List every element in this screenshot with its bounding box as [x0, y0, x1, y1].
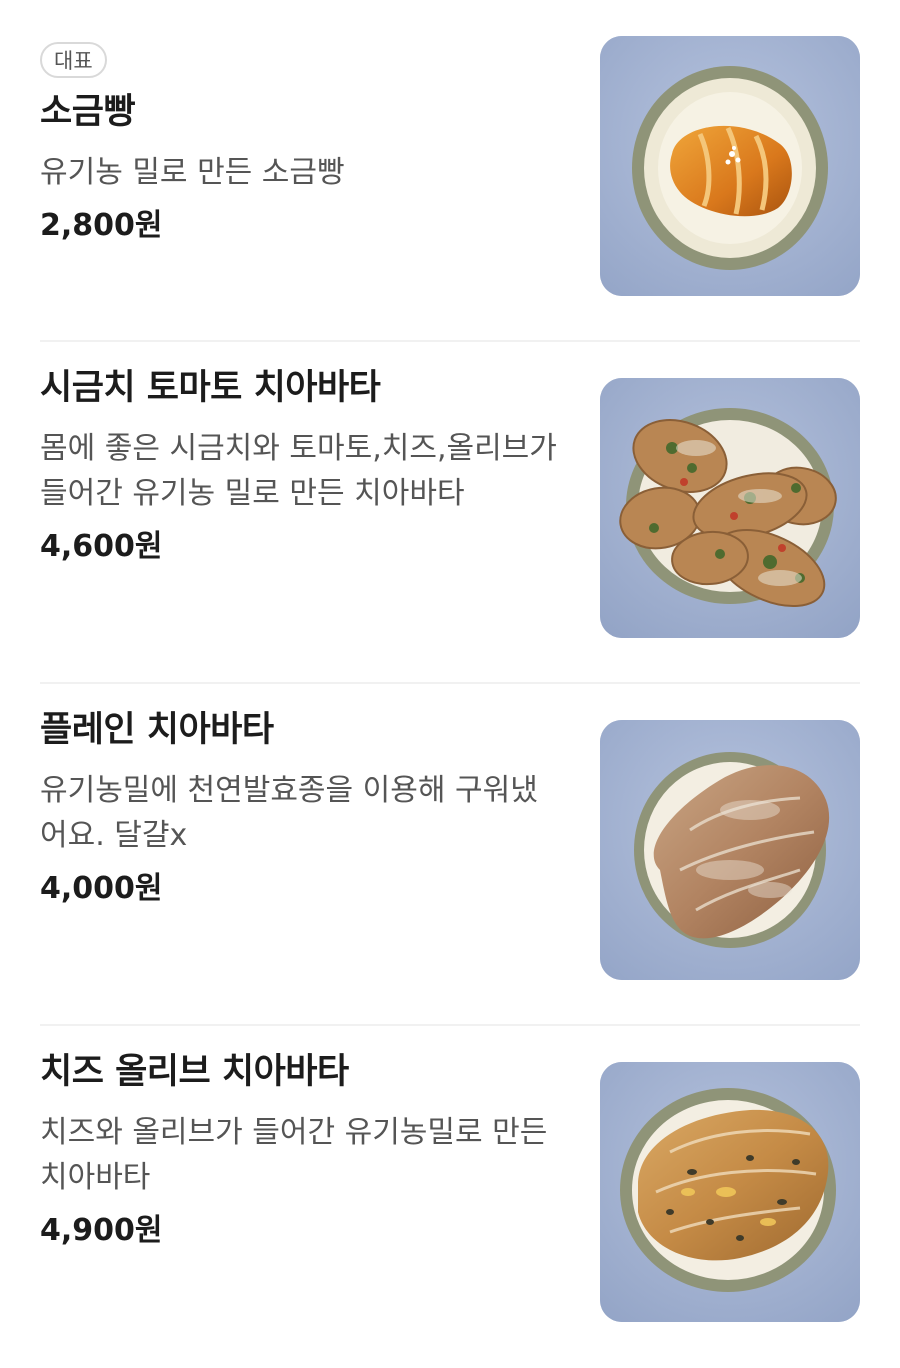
menu-item-description: 유기농밀에 천연발효종을 이용해 구워냈어요. 달걀x	[40, 773, 538, 853]
menu-item-description: 몸에 좋은 시금치와 토마토,치즈,올리브가 들어간 유기농 밀로 만든 치아바…	[40, 431, 557, 511]
menu-item-cheese-olive-ciabatta[interactable]: 치즈 올리브 치아바타 치즈와 올리브가 들어간 유기농밀로 만든 치아바타 4…	[40, 1026, 860, 1368]
menu-item-name: 치즈 올리브 치아바타	[40, 1052, 349, 1092]
menu-item-info: 플레인 치아바타 유기농밀에 천연발효종을 이용해 구워냈어요. 달걀x 4,0…	[40, 706, 560, 912]
menu-item-name: 시금치 토마토 치아바타	[40, 368, 381, 408]
menu-item-spinach-tomato-ciabatta[interactable]: 시금치 토마토 치아바타 몸에 좋은 시금치와 토마토,치즈,올리브가 들어간 …	[40, 342, 860, 684]
menu-item-photo[interactable]	[600, 378, 860, 638]
menu-item-info: 대표 소금빵 유기농 밀로 만든 소금빵 2,800원	[40, 42, 560, 249]
menu-item-photo[interactable]	[600, 720, 860, 980]
signature-badge: 대표	[40, 42, 107, 78]
menu-item-name: 플레인 치아바타	[40, 710, 274, 750]
menu-item-photo[interactable]	[600, 1062, 860, 1322]
menu-item-plain-ciabatta[interactable]: 플레인 치아바타 유기농밀에 천연발효종을 이용해 구워냈어요. 달걀x 4,0…	[40, 684, 860, 1026]
menu-item-price: 2,800원	[40, 208, 163, 243]
menu-list: 대표 소금빵 유기농 밀로 만든 소금빵 2,800원 시금치 토마토 치아바타…	[0, 0, 900, 1368]
menu-item-description: 치즈와 올리브가 들어간 유기농밀로 만든 치아바타	[40, 1115, 548, 1195]
menu-item-price: 4,900원	[40, 1213, 163, 1248]
menu-item-salt-bread[interactable]: 대표 소금빵 유기농 밀로 만든 소금빵 2,800원	[40, 0, 860, 342]
menu-item-info: 시금치 토마토 치아바타 몸에 좋은 시금치와 토마토,치즈,올리브가 들어간 …	[40, 364, 560, 570]
menu-item-price: 4,600원	[40, 529, 163, 564]
menu-item-name: 소금빵	[40, 92, 136, 132]
menu-item-description: 유기농 밀로 만든 소금빵	[40, 155, 345, 190]
menu-item-photo[interactable]	[600, 36, 860, 296]
menu-item-info: 치즈 올리브 치아바타 치즈와 올리브가 들어간 유기농밀로 만든 치아바타 4…	[40, 1048, 560, 1254]
menu-item-price: 4,000원	[40, 871, 163, 906]
